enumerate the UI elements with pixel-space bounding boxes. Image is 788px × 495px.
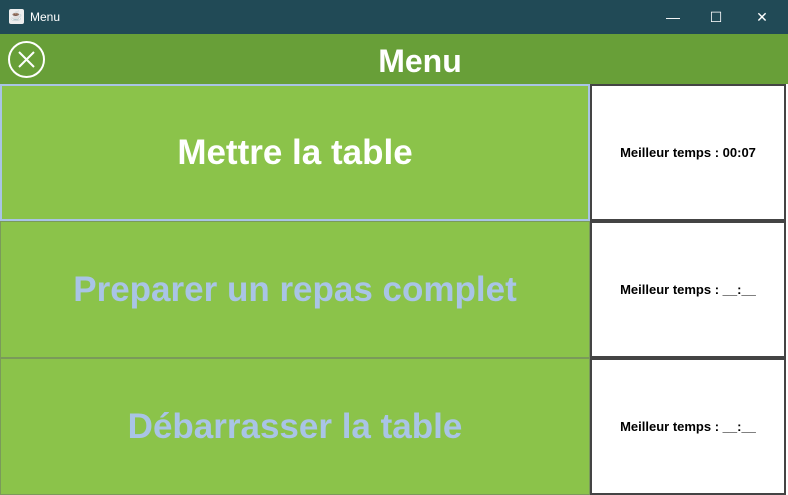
menu-header: Menu (0, 34, 788, 84)
minimize-button[interactable]: — (650, 0, 696, 34)
best-time-label: Meilleur temps : __:__ (590, 221, 786, 358)
menu-row: Mettre la table Meilleur temps : 00:07 (0, 84, 788, 221)
java-app-icon: ☕ (9, 9, 24, 24)
best-time-label: Meilleur temps : __:__ (590, 358, 786, 495)
preparer-repas-button[interactable]: Preparer un repas complet (0, 221, 590, 358)
window-title: Menu (30, 10, 61, 24)
close-window-button[interactable]: ✕ (739, 0, 785, 34)
window-titlebar: ☕ Menu — ☐ ✕ (0, 0, 788, 34)
debarrasser-table-button[interactable]: Débarrasser la table (0, 358, 590, 495)
menu-row: Débarrasser la table Meilleur temps : __… (0, 358, 788, 495)
page-title: Menu (378, 43, 462, 79)
best-time-label: Meilleur temps : 00:07 (590, 84, 786, 221)
menu-row: Preparer un repas complet Meilleur temps… (0, 221, 788, 358)
maximize-button[interactable]: ☐ (693, 0, 739, 34)
mettre-la-table-button[interactable]: Mettre la table (0, 84, 590, 221)
